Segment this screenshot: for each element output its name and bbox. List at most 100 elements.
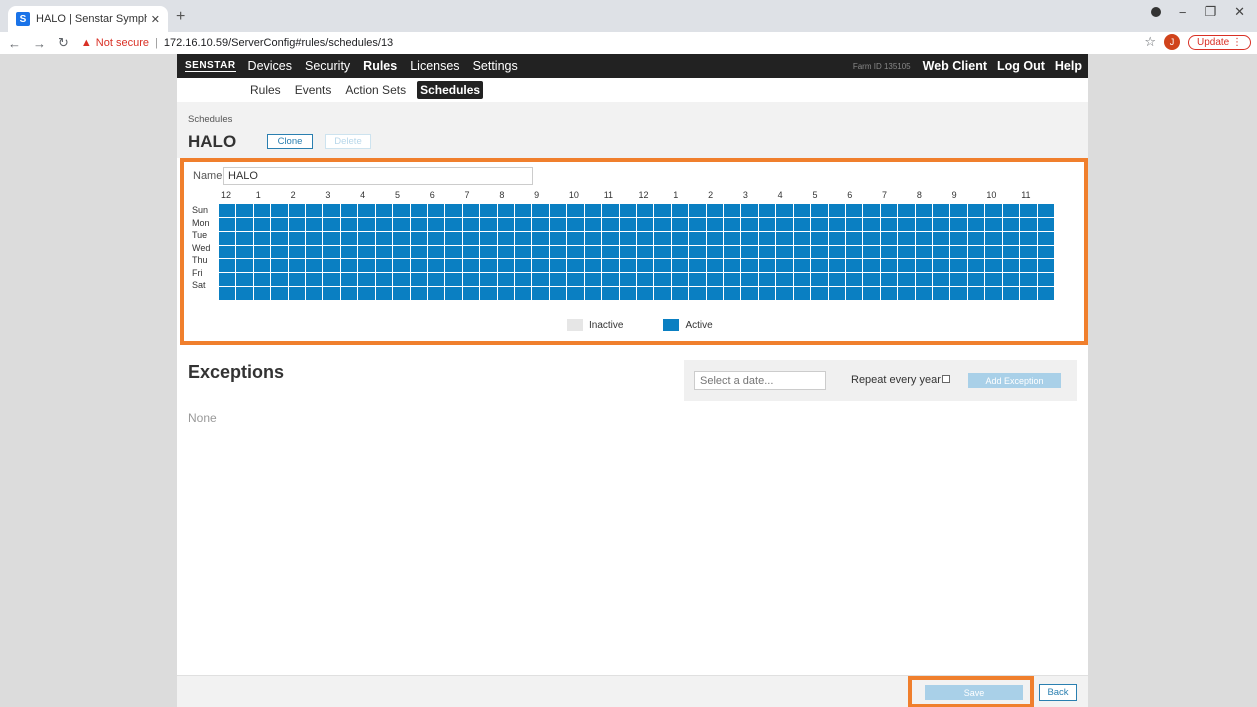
schedule-cell[interactable] bbox=[933, 231, 950, 245]
schedule-cell[interactable] bbox=[393, 287, 410, 300]
schedule-cell[interactable] bbox=[532, 217, 549, 231]
schedule-cell[interactable] bbox=[967, 204, 985, 217]
schedule-cell[interactable] bbox=[271, 204, 288, 217]
schedule-cell[interactable] bbox=[1002, 217, 1020, 231]
schedule-cell[interactable] bbox=[445, 231, 462, 245]
schedule-cell[interactable] bbox=[445, 217, 462, 231]
schedule-cell[interactable] bbox=[758, 287, 776, 300]
schedule-cell[interactable] bbox=[288, 287, 306, 300]
schedule-cell[interactable] bbox=[549, 204, 567, 217]
schedule-cell[interactable] bbox=[497, 217, 515, 231]
minimize-icon[interactable]: − bbox=[1179, 5, 1187, 20]
schedule-cell[interactable] bbox=[271, 273, 288, 287]
schedule-cell[interactable] bbox=[532, 273, 549, 287]
schedule-cell[interactable] bbox=[793, 259, 811, 273]
schedule-cell[interactable] bbox=[845, 204, 863, 217]
schedule-cell[interactable] bbox=[584, 231, 602, 245]
schedule-cell[interactable] bbox=[880, 204, 898, 217]
schedule-cell[interactable] bbox=[619, 273, 636, 287]
schedule-cell[interactable] bbox=[567, 245, 584, 259]
nav-licenses[interactable]: Licenses bbox=[410, 59, 459, 73]
schedule-cell[interactable] bbox=[288, 231, 306, 245]
schedule-cell[interactable] bbox=[602, 217, 619, 231]
reload-icon[interactable]: ↻ bbox=[58, 35, 69, 51]
schedule-cell[interactable] bbox=[532, 204, 549, 217]
schedule-cell[interactable] bbox=[393, 245, 410, 259]
schedule-cell[interactable] bbox=[340, 217, 358, 231]
schedule-cell[interactable] bbox=[271, 287, 288, 300]
name-field[interactable] bbox=[223, 167, 533, 185]
schedule-cell[interactable] bbox=[236, 217, 253, 231]
schedule-cell[interactable] bbox=[985, 231, 1002, 245]
back-arrow-icon[interactable]: ← bbox=[8, 36, 21, 51]
schedule-cell[interactable] bbox=[880, 231, 898, 245]
schedule-cell[interactable] bbox=[445, 287, 462, 300]
schedule-cell[interactable] bbox=[898, 231, 915, 245]
schedule-cell[interactable] bbox=[515, 287, 532, 300]
schedule-cell[interactable] bbox=[427, 217, 445, 231]
schedule-cell[interactable] bbox=[793, 217, 811, 231]
schedule-cell[interactable] bbox=[410, 245, 427, 259]
schedule-cell[interactable] bbox=[793, 204, 811, 217]
schedule-cell[interactable] bbox=[706, 217, 724, 231]
schedule-cell[interactable] bbox=[358, 231, 375, 245]
subnav-schedules[interactable]: Schedules bbox=[417, 81, 484, 99]
schedule-cell[interactable] bbox=[1037, 231, 1054, 245]
schedule-cell[interactable] bbox=[898, 259, 915, 273]
schedule-cell[interactable] bbox=[410, 273, 427, 287]
schedule-cell[interactable] bbox=[480, 231, 497, 245]
schedule-cell[interactable] bbox=[219, 287, 236, 300]
schedule-cell[interactable] bbox=[375, 217, 393, 231]
schedule-cell[interactable] bbox=[567, 287, 584, 300]
schedule-cell[interactable] bbox=[933, 204, 950, 217]
schedule-cell[interactable] bbox=[950, 245, 967, 259]
schedule-cell[interactable] bbox=[515, 259, 532, 273]
schedule-cell[interactable] bbox=[532, 245, 549, 259]
schedule-cell[interactable] bbox=[445, 273, 462, 287]
schedule-cell[interactable] bbox=[236, 273, 253, 287]
schedule-cell[interactable] bbox=[462, 273, 480, 287]
schedule-cell[interactable] bbox=[393, 204, 410, 217]
schedule-cell[interactable] bbox=[219, 217, 236, 231]
schedule-cell[interactable] bbox=[271, 217, 288, 231]
schedule-cell[interactable] bbox=[654, 259, 671, 273]
schedule-cell[interactable] bbox=[863, 231, 880, 245]
schedule-cell[interactable] bbox=[358, 204, 375, 217]
schedule-cell[interactable] bbox=[253, 259, 271, 273]
schedule-cell[interactable] bbox=[375, 204, 393, 217]
schedule-cell[interactable] bbox=[811, 287, 828, 300]
schedule-cell[interactable] bbox=[845, 287, 863, 300]
schedule-cell[interactable] bbox=[898, 217, 915, 231]
schedule-cell[interactable] bbox=[636, 204, 654, 217]
schedule-cell[interactable] bbox=[671, 287, 689, 300]
schedule-cell[interactable] bbox=[863, 245, 880, 259]
schedule-cell[interactable] bbox=[515, 273, 532, 287]
schedule-cell[interactable] bbox=[933, 259, 950, 273]
schedule-cell[interactable] bbox=[933, 273, 950, 287]
schedule-cell[interactable] bbox=[340, 204, 358, 217]
schedule-cell[interactable] bbox=[549, 259, 567, 273]
schedule-cell[interactable] bbox=[584, 217, 602, 231]
schedule-cell[interactable] bbox=[1020, 204, 1037, 217]
nav-rules[interactable]: Rules bbox=[363, 59, 397, 73]
forward-arrow-icon[interactable]: → bbox=[33, 36, 46, 51]
schedule-cell[interactable] bbox=[724, 287, 741, 300]
schedule-cell[interactable] bbox=[1002, 245, 1020, 259]
schedule-cell[interactable] bbox=[497, 259, 515, 273]
schedule-cell[interactable] bbox=[323, 273, 340, 287]
schedule-cell[interactable] bbox=[793, 245, 811, 259]
schedule-cell[interactable] bbox=[219, 204, 236, 217]
schedule-cell[interactable] bbox=[619, 287, 636, 300]
schedule-cell[interactable] bbox=[480, 204, 497, 217]
schedule-cell[interactable] bbox=[253, 204, 271, 217]
schedule-cell[interactable] bbox=[375, 231, 393, 245]
schedule-cell[interactable] bbox=[480, 259, 497, 273]
schedule-cell[interactable] bbox=[584, 245, 602, 259]
schedule-cell[interactable] bbox=[532, 287, 549, 300]
schedule-cell[interactable] bbox=[636, 231, 654, 245]
schedule-cell[interactable] bbox=[271, 231, 288, 245]
back-button[interactable]: Back bbox=[1039, 684, 1077, 701]
schedule-cell[interactable] bbox=[967, 245, 985, 259]
schedule-cell[interactable] bbox=[515, 245, 532, 259]
breadcrumb[interactable]: Schedules bbox=[188, 114, 232, 125]
